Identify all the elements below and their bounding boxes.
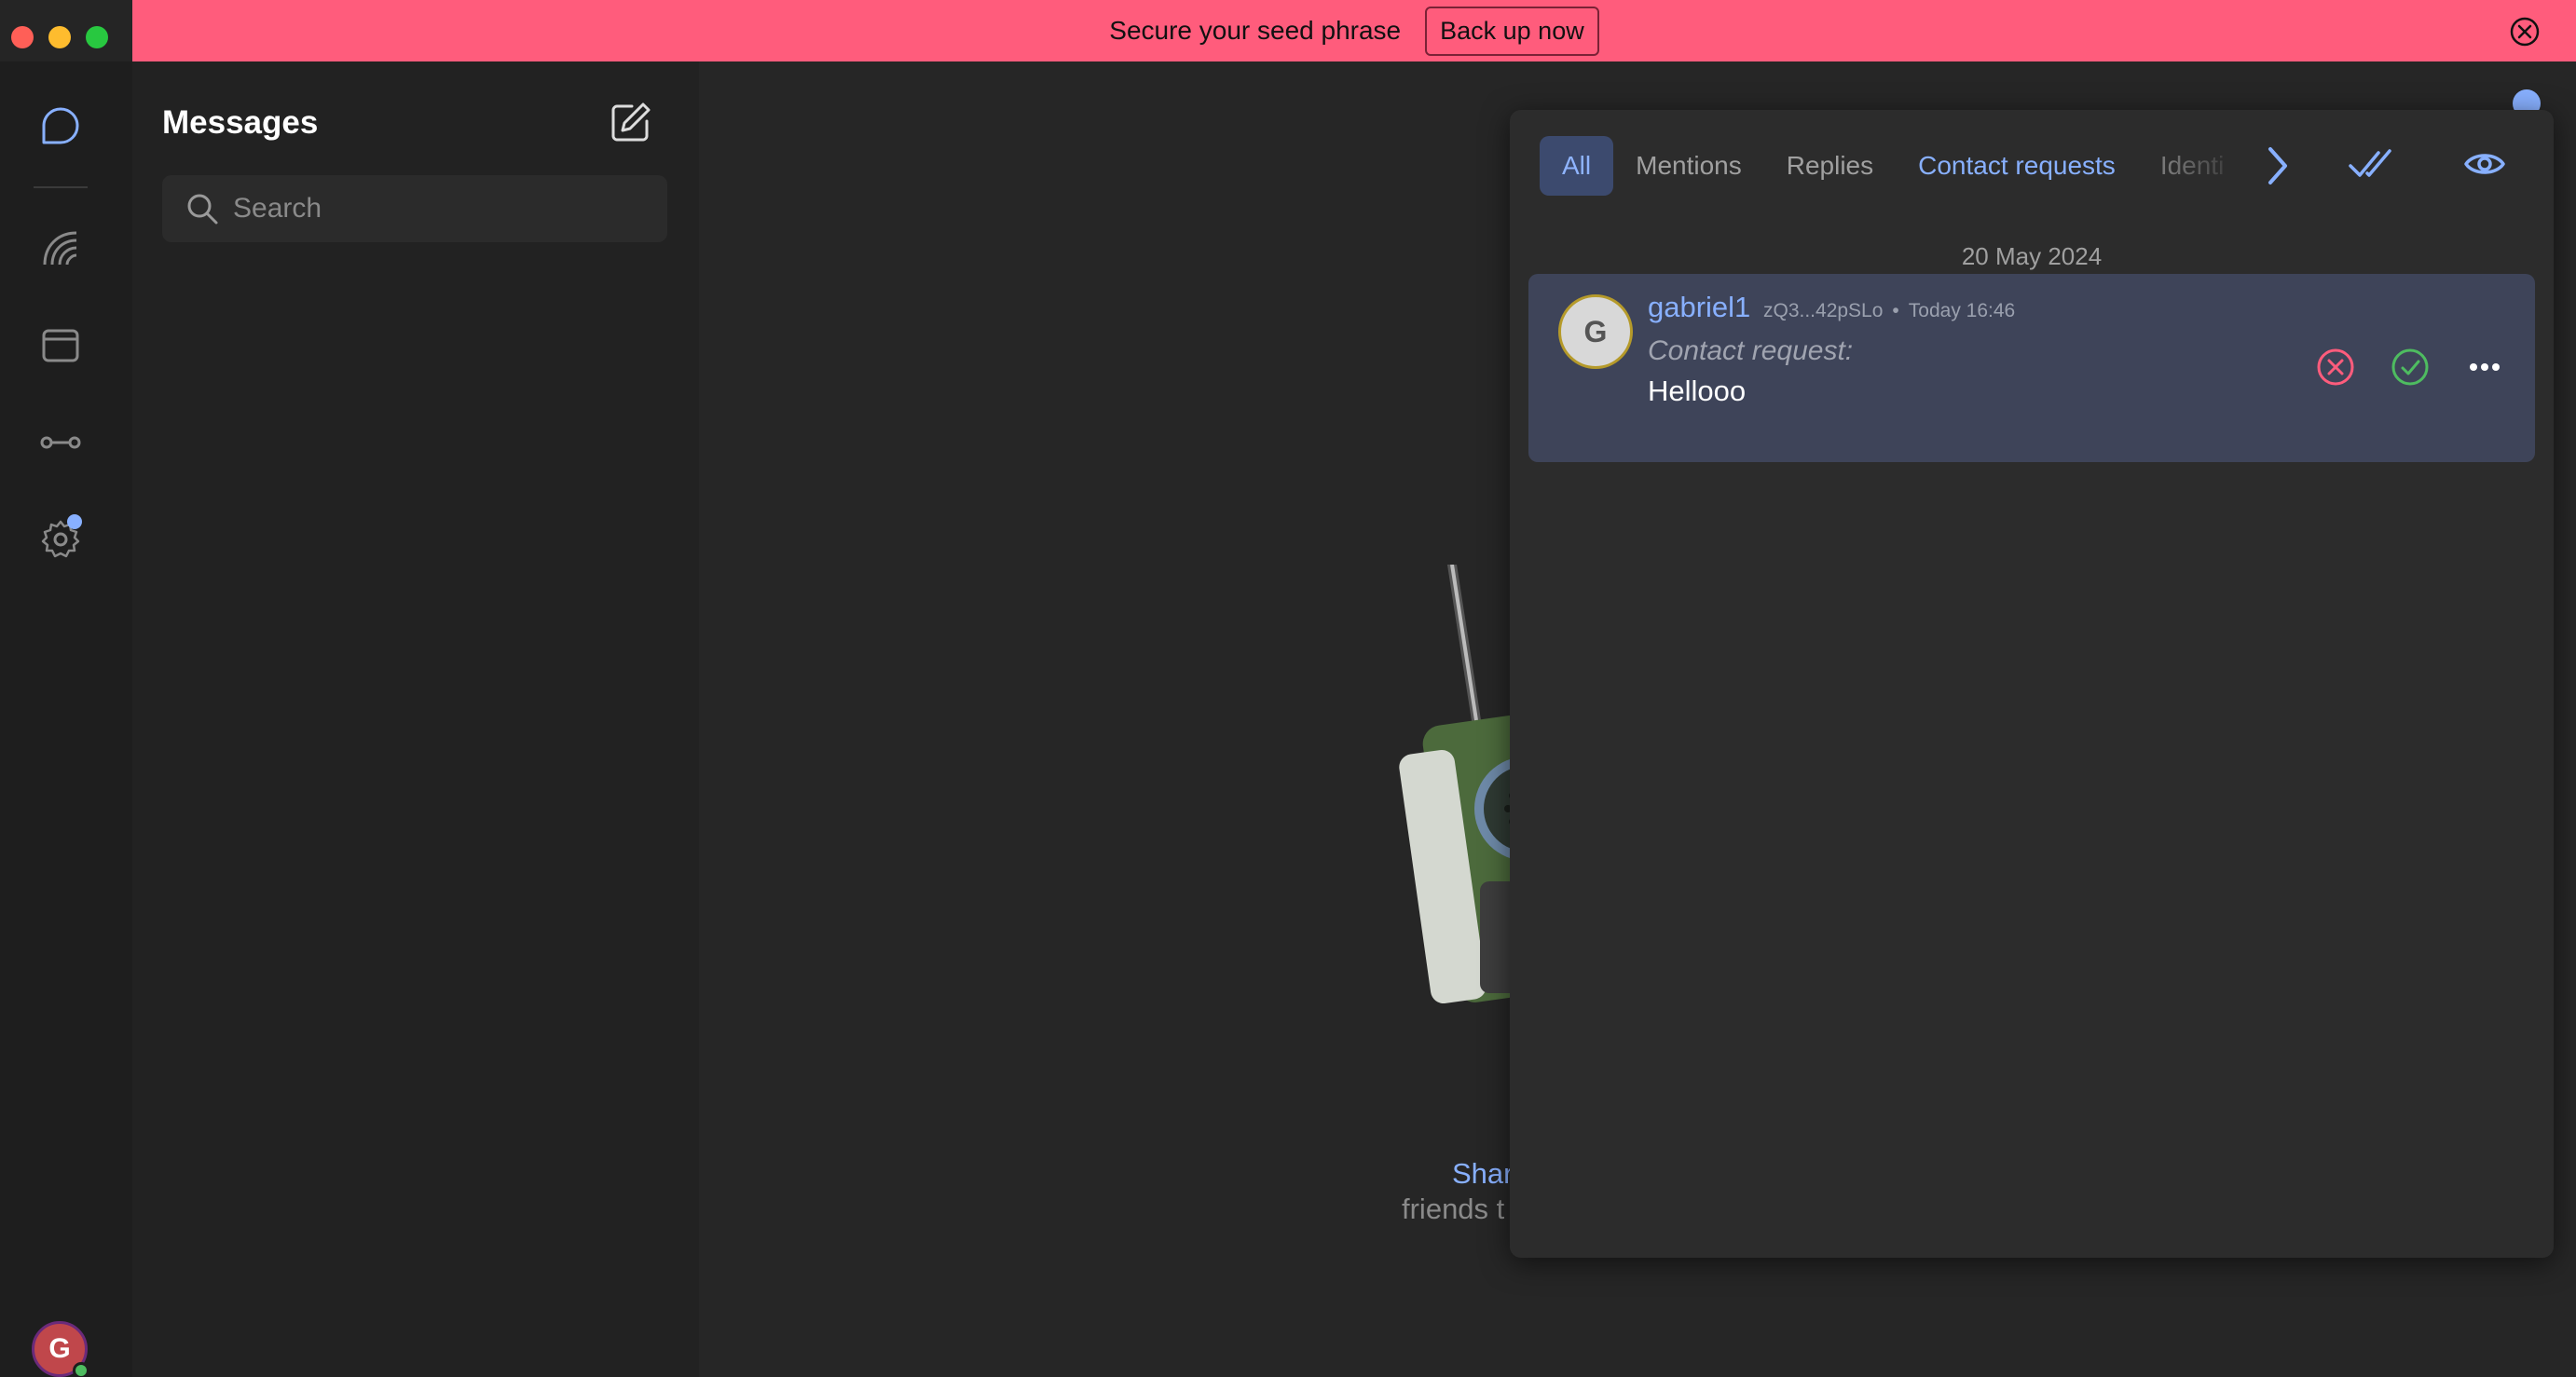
window-controls <box>11 26 108 48</box>
meta-separator: • <box>1892 300 1899 321</box>
back-up-now-button[interactable]: Back up now <box>1425 6 1599 56</box>
avatar-initial: G <box>48 1333 71 1364</box>
wallet-icon[interactable] <box>39 324 82 367</box>
avatar-initial: G <box>1583 314 1608 348</box>
more-options-icon[interactable] <box>2464 347 2505 388</box>
decline-icon[interactable] <box>2315 347 2356 388</box>
tab-identity[interactable]: Identi <box>2138 136 2247 196</box>
search-icon <box>187 194 218 225</box>
search-input[interactable] <box>233 193 624 225</box>
contact-request-notification[interactable]: G gabriel1 zQ3...42pSLo • Today 16:46 Co… <box>1528 274 2535 462</box>
close-banner-icon[interactable] <box>2509 16 2541 48</box>
tab-contact-requests[interactable]: Contact requests <box>1896 136 2138 196</box>
navigation-rail: G <box>0 61 132 1377</box>
avatar[interactable]: G <box>1558 294 1633 369</box>
minimize-window-button[interactable] <box>48 26 71 48</box>
messages-title: Messages <box>162 104 319 141</box>
date-separator: 20 May 2024 <box>1961 242 2103 270</box>
sender-key: zQ3...42pSLo <box>1763 300 1884 321</box>
tab-mentions[interactable]: Mentions <box>1613 136 1764 196</box>
search-box <box>162 175 667 242</box>
activity-center-popup: All Mentions Replies Contact requests Id… <box>1510 110 2554 1258</box>
compose-icon[interactable] <box>610 101 652 143</box>
sender-meta: zQ3...42pSLo • Today 16:46 <box>1763 300 2015 322</box>
banner-text: Secure your seed phrase <box>1109 16 1402 45</box>
app-window: Secure your seed phrase Back up now G Me… <box>0 0 2576 1377</box>
messages-panel: Messages <box>132 61 699 1377</box>
tab-all[interactable]: All <box>1540 136 1614 196</box>
timestamp: Today 16:46 <box>1908 300 2016 321</box>
sender-name[interactable]: gabriel1 <box>1648 291 1750 324</box>
rail-divider <box>34 186 88 188</box>
share-link-text[interactable]: Shar <box>1452 1157 1513 1191</box>
tab-replies[interactable]: Replies <box>1764 136 1896 196</box>
backup-banner: Secure your seed phrase Back up now <box>132 0 2576 61</box>
close-window-button[interactable] <box>11 26 34 48</box>
chevron-right-icon[interactable] <box>2259 138 2296 194</box>
chat-icon[interactable] <box>39 104 82 147</box>
eye-icon[interactable] <box>2462 145 2507 183</box>
mark-all-read-icon[interactable] <box>2347 145 2393 183</box>
online-status-dot <box>73 1362 89 1377</box>
node-icon[interactable] <box>39 421 82 464</box>
settings-notification-dot <box>67 514 82 529</box>
accept-icon[interactable] <box>2390 347 2431 388</box>
activity-tabs: All Mentions Replies Contact requests Id… <box>1540 136 2304 196</box>
share-subtext: friends t <box>1402 1193 1505 1225</box>
request-message: Hellooo <box>1648 375 1747 407</box>
communities-icon[interactable] <box>39 227 82 270</box>
maximize-window-button[interactable] <box>86 26 108 48</box>
contact-request-label: Contact request: <box>1648 335 1854 366</box>
